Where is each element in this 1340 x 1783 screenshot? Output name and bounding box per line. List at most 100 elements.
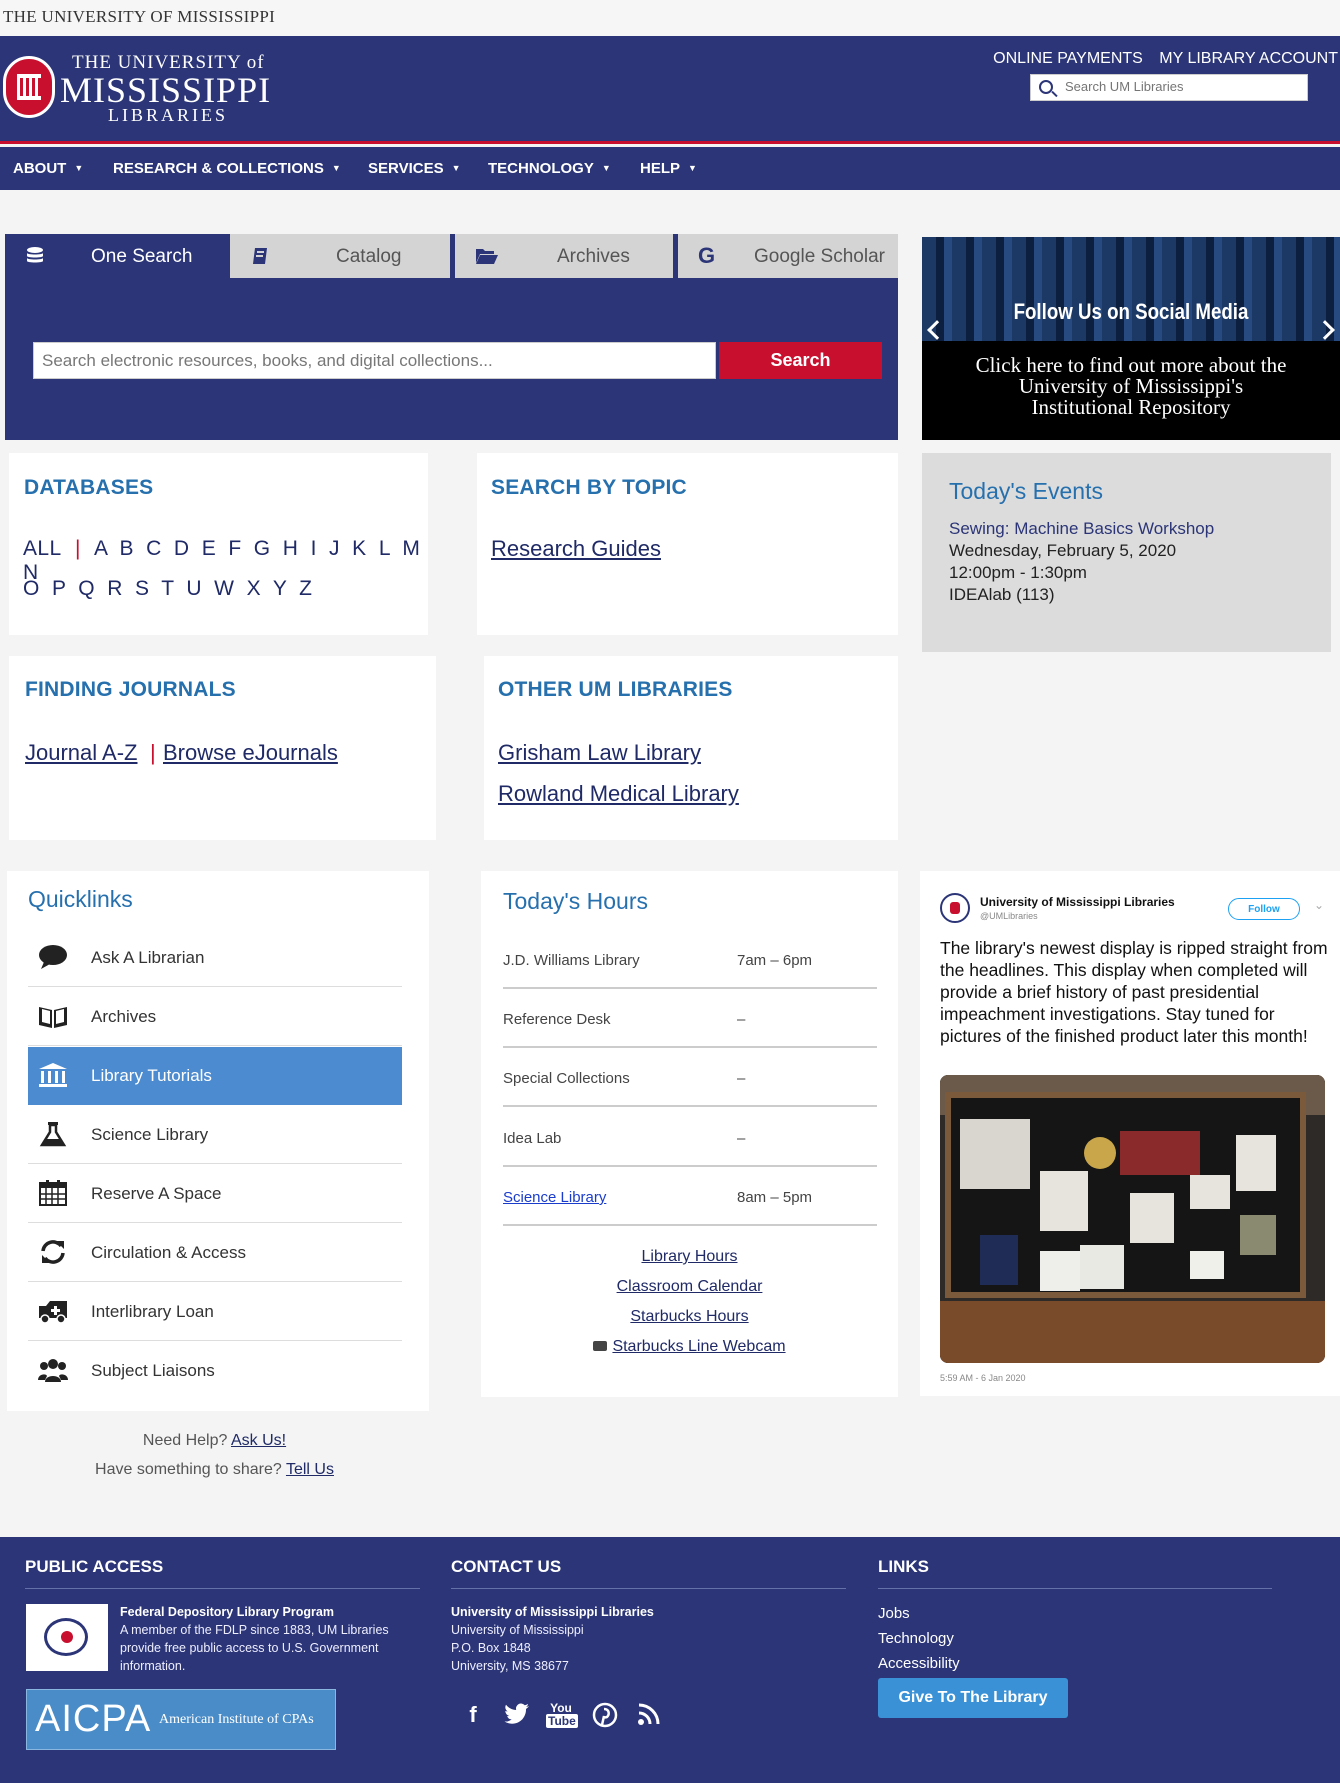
quicklink-label: Reserve A Space	[91, 1184, 222, 1203]
accessibility-link[interactable]: Accessibility	[878, 1651, 960, 1676]
event-title-link[interactable]: Sewing: Machine Basics Workshop	[949, 519, 1214, 539]
finding-journals-card: FINDING JOURNALS Journal A-Z | Browse eJ…	[9, 656, 436, 840]
starbucks-line-webcam-link[interactable]: Starbucks Line Webcam	[612, 1338, 785, 1355]
folder-open-icon	[476, 249, 498, 264]
follow-button[interactable]: Follow	[1228, 898, 1300, 920]
hours-row: Special Collections –	[503, 1048, 877, 1107]
journal-a-z-link[interactable]: Journal A-Z	[25, 740, 138, 766]
research-guides-link[interactable]: Research Guides	[491, 536, 661, 562]
users-icon	[38, 1359, 68, 1382]
caret-down-icon: ▼	[451, 163, 461, 173]
rowland-medical-library-link[interactable]: Rowland Medical Library	[498, 781, 739, 807]
rss-icon[interactable]	[634, 1702, 664, 1732]
facebook-icon[interactable]: f	[458, 1702, 488, 1732]
banner-caption-line-2: University of Mississippi's	[1018, 374, 1244, 398]
banner-caption-line-1: Click here to find out more about the	[975, 353, 1287, 377]
separator: |	[75, 537, 81, 560]
give-to-library-button[interactable]: Give To The Library	[878, 1678, 1068, 1718]
other-libraries-heading: OTHER UM LIBRARIES	[498, 678, 733, 701]
hours-time: –	[737, 1070, 746, 1087]
quicklink-label: Library Tutorials	[91, 1066, 212, 1085]
tweet-account-name[interactable]: University of Mississippi Libraries	[980, 895, 1175, 909]
site-header: THE UNIVERSITY of MISSISSIPPI LIBRARIES …	[0, 36, 1340, 144]
tweet-timestamp[interactable]: 5:59 AM - 6 Jan 2020	[940, 1373, 1026, 1383]
social-media-banner[interactable]: Follow Us on Social Media Click here to …	[922, 237, 1340, 440]
quicklink-subject-liaisons[interactable]: Subject Liaisons	[28, 1342, 402, 1400]
twitter-icon[interactable]	[502, 1702, 532, 1732]
libraries-logo[interactable]: THE UNIVERSITY of MISSISSIPPI LIBRARIES	[60, 52, 271, 124]
search-icon[interactable]	[1039, 80, 1053, 94]
nav-help[interactable]: HELP ▼	[640, 160, 697, 177]
quicklink-reserve-a-space[interactable]: Reserve A Space	[28, 1165, 402, 1223]
caret-down-icon: ▼	[688, 163, 697, 173]
caret-down-icon: ▼	[331, 163, 341, 173]
public-access-heading: PUBLIC ACCESS	[25, 1557, 164, 1576]
help-links: Need Help? Ask Us! Have something to sha…	[7, 1432, 422, 1490]
divider	[878, 1588, 1272, 1589]
banner-caption-line-3: Institutional Repository	[1031, 395, 1231, 419]
tweet-text: The library's newest display is ripped s…	[940, 938, 1328, 1046]
fdlp-logo[interactable]	[26, 1604, 108, 1671]
ask-us-link[interactable]: Ask Us!	[231, 1432, 286, 1449]
pinterest-icon[interactable]	[590, 1702, 620, 1732]
nav-technology[interactable]: TECHNOLOGY ▼	[488, 160, 611, 177]
online-payments-link[interactable]: ONLINE PAYMENTS	[993, 50, 1143, 67]
nav-research-collections[interactable]: RESEARCH & COLLECTIONS ▼	[113, 160, 341, 177]
contact-address: University of Mississippi Libraries Univ…	[451, 1603, 781, 1675]
quicklink-archives[interactable]: Archives	[28, 988, 402, 1046]
quicklink-ask-a-librarian[interactable]: Ask A Librarian	[28, 929, 402, 987]
jobs-link[interactable]: Jobs	[878, 1601, 960, 1626]
hours-location: J.D. Williams Library	[503, 952, 640, 969]
hours-row: J.D. Williams Library 7am – 6pm	[503, 930, 877, 989]
divider	[25, 1588, 420, 1589]
site-search-input[interactable]	[1065, 79, 1300, 94]
tab-one-search[interactable]: One Search	[5, 234, 225, 278]
quicklinks-heading: Quicklinks	[28, 886, 133, 912]
starbucks-hours-link[interactable]: Starbucks Hours	[481, 1308, 898, 1326]
event-date: Wednesday, February 5, 2020	[949, 541, 1177, 560]
fdlp-desc-2: provide free public access to U.S. Gover…	[120, 1641, 379, 1655]
event-place: IDEAlab (113)	[949, 585, 1055, 604]
aicpa-logo[interactable]: AICPA American Institute of CPAs	[26, 1689, 336, 1750]
database-az-row-2[interactable]: O P Q R S T U W X Y Z	[23, 577, 312, 601]
logo-line-2: MISSISSIPPI	[60, 70, 272, 110]
tell-us-link[interactable]: Tell Us	[286, 1461, 334, 1478]
chevron-down-icon[interactable]: ⌄	[1314, 898, 1324, 912]
my-library-account-link[interactable]: MY LIBRARY ACCOUNT	[1159, 50, 1338, 67]
book-icon	[253, 248, 267, 264]
aicpa-acronym: AICPA	[35, 1698, 152, 1740]
fdlp-desc-3: information.	[120, 1659, 186, 1673]
classroom-calendar-link[interactable]: Classroom Calendar	[481, 1278, 898, 1296]
nav-about[interactable]: ABOUT ▼	[13, 160, 83, 177]
library-hours-link[interactable]: Library Hours	[481, 1248, 898, 1266]
quicklink-label: Archives	[91, 1007, 157, 1026]
quicklink-circulation-access[interactable]: Circulation & Access	[28, 1224, 402, 1282]
tweet-handle[interactable]: @UMLibraries	[980, 911, 1038, 921]
quicklink-science-library[interactable]: Science Library	[28, 1106, 402, 1164]
youtube-icon[interactable]: You Tube	[546, 1702, 578, 1732]
need-help-text: Need Help?	[142, 1432, 228, 1449]
grisham-law-library-link[interactable]: Grisham Law Library	[498, 740, 701, 766]
contact-line-2: P.O. Box 1848	[451, 1641, 531, 1655]
tab-google-scholar[interactable]: G Google Scholar	[678, 234, 898, 278]
tab-archives[interactable]: Archives	[455, 234, 673, 278]
one-search-input[interactable]	[33, 342, 716, 379]
search-by-topic-heading: SEARCH BY TOPIC	[491, 476, 687, 499]
quicklink-library-tutorials[interactable]: Library Tutorials	[28, 1047, 402, 1105]
search-button[interactable]: Search	[719, 342, 882, 379]
browse-ejournals-link[interactable]: Browse eJournals	[163, 740, 338, 766]
contact-us-heading: CONTACT US	[451, 1557, 562, 1576]
tweet-photo[interactable]	[940, 1075, 1325, 1363]
university-name[interactable]: THE UNIVERSITY OF MISSISSIPPI	[3, 7, 275, 27]
database-all-link[interactable]: ALL	[23, 537, 61, 560]
hours-row: Reference Desk –	[503, 989, 877, 1048]
tab-catalog[interactable]: Catalog	[230, 234, 450, 278]
technology-link[interactable]: Technology	[878, 1626, 960, 1651]
nav-services[interactable]: SERVICES ▼	[368, 160, 461, 177]
university-seal-icon[interactable]	[3, 56, 55, 118]
science-library-hours-link[interactable]: Science Library	[503, 1189, 606, 1206]
share-text: Have something to share?	[95, 1461, 282, 1478]
avatar[interactable]	[940, 893, 970, 923]
quicklink-interlibrary-loan[interactable]: Interlibrary Loan	[28, 1283, 402, 1341]
quicklink-label: Subject Liaisons	[91, 1361, 215, 1380]
